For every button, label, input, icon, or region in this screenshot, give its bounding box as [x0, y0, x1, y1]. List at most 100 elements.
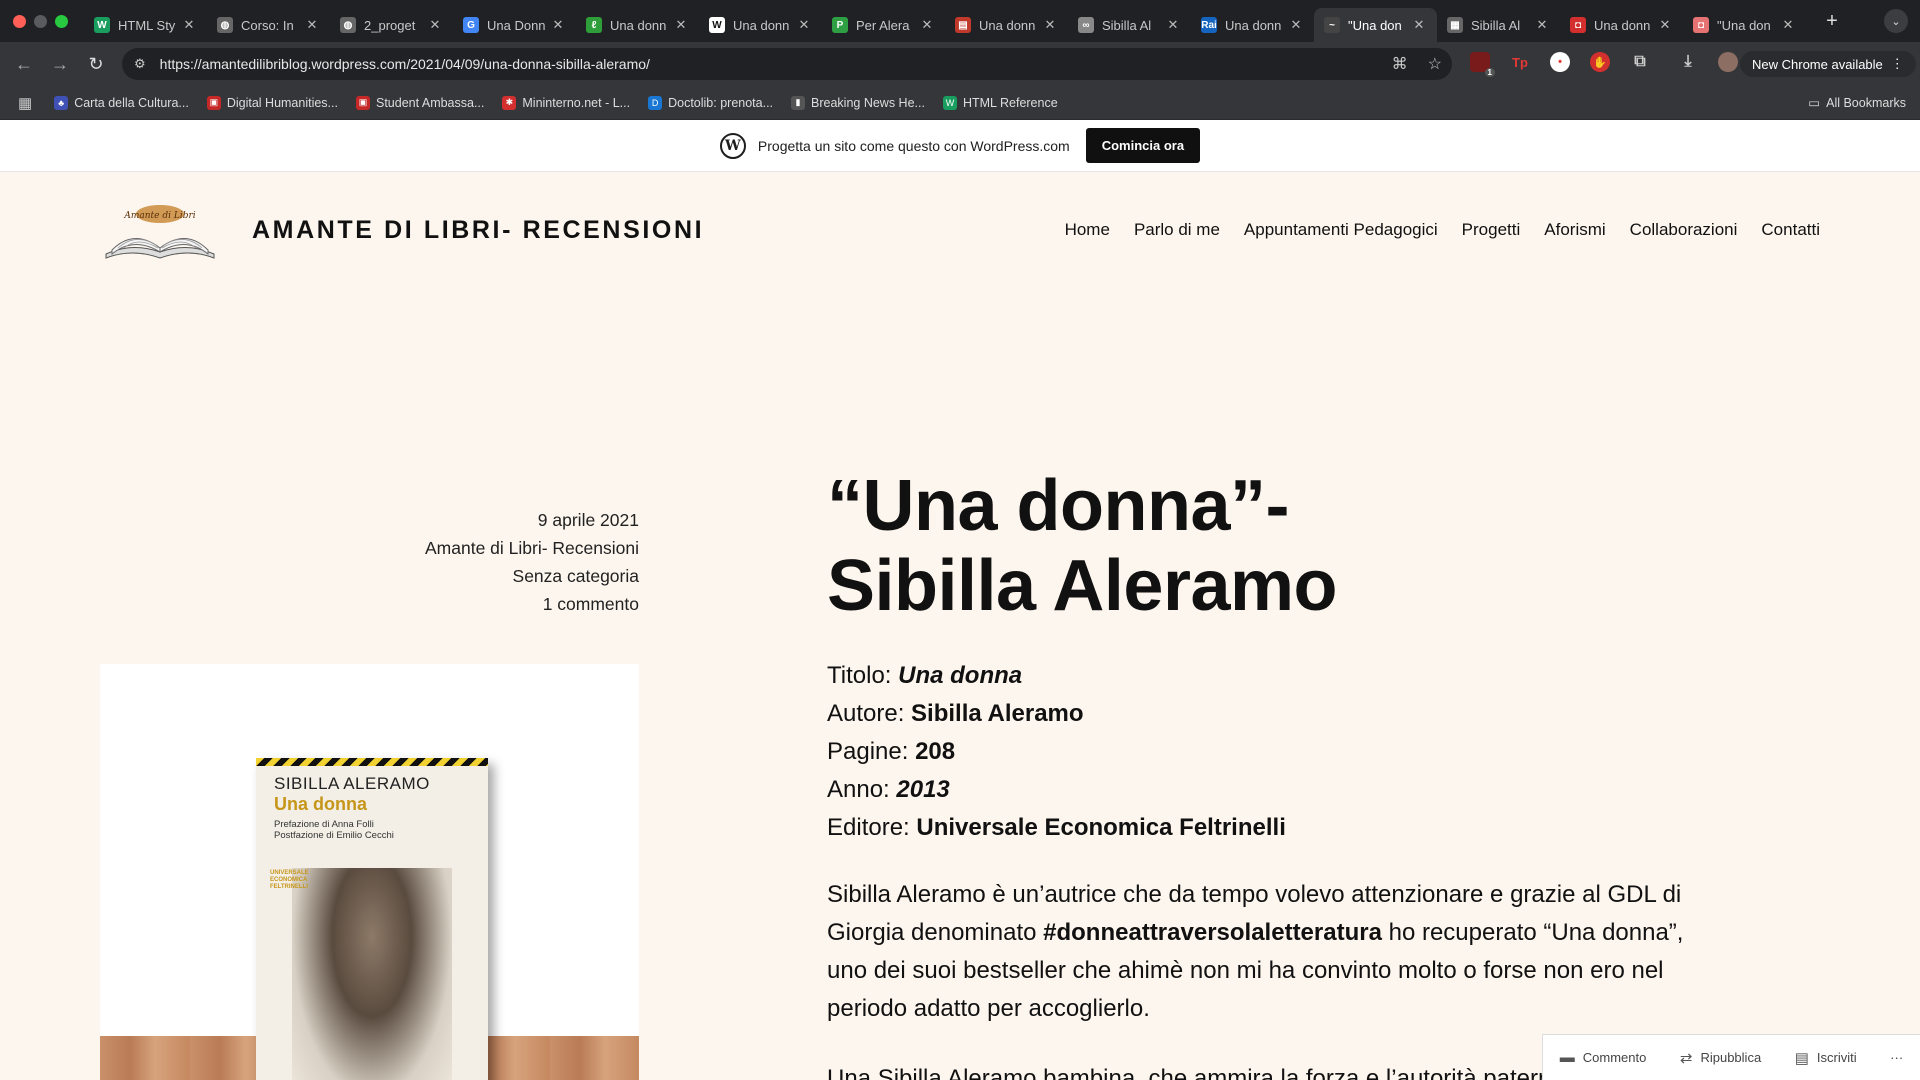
bookmark-favicon-icon: ♣: [54, 95, 69, 110]
fact-pages: Pagine: 208: [827, 738, 956, 765]
pink-square-icon: ◘: [1693, 17, 1709, 33]
site-title[interactable]: AMANTE DI LIBRI- RECENSIONI: [252, 216, 704, 245]
close-window-button[interactable]: [13, 14, 26, 28]
tab-search-icon[interactable]: ⌄: [1884, 9, 1908, 33]
main-navigation: Home Parlo di me Appuntamenti Pedagogici Pr…: [1065, 220, 1820, 240]
browser-tab[interactable]: G Una Donn ✕: [453, 8, 576, 42]
bookmark-item[interactable]: ✱ Mininterno.net - L...: [502, 95, 630, 110]
bookmark-item[interactable]: W HTML Reference: [942, 95, 1058, 110]
close-tab-icon[interactable]: ✕: [427, 17, 443, 33]
bookmark-label: Digital Humanities...: [226, 95, 338, 110]
nav-link-progetti[interactable]: Progetti: [1462, 220, 1521, 240]
url-text: https://amantedilibriblog.wordpress.com/…: [159, 56, 650, 72]
address-bar[interactable]: ⚙ https://amantedilibriblog.wordpress.co…: [122, 48, 1452, 80]
post-category-link[interactable]: Senza categoria: [300, 562, 639, 590]
browser-tab[interactable]: W Una donn ✕: [699, 8, 822, 42]
browser-tab[interactable]: ~ "Una don ✕: [1314, 8, 1437, 42]
bookmark-item[interactable]: ♣ Carta della Cultura...: [54, 95, 189, 110]
close-tab-icon[interactable]: ✕: [673, 17, 689, 33]
translate-icon[interactable]: ⌘: [1392, 54, 1408, 74]
tab-title: "Una don: [1717, 17, 1771, 33]
reload-button[interactable]: ↻: [82, 50, 110, 78]
google-icon: G: [463, 17, 479, 33]
tab-title: Sibilla Al: [1471, 17, 1521, 33]
chrome-update-button[interactable]: New Chrome available ⋮: [1740, 51, 1916, 77]
bookmark-favicon-icon: ✱: [502, 95, 517, 110]
download-icon[interactable]: ⤓: [1678, 52, 1698, 72]
browser-tab[interactable]: P Per Alera ✕: [822, 8, 945, 42]
window-controls: [13, 14, 68, 28]
site-info-icon[interactable]: ⚙: [134, 56, 146, 72]
browser-tab[interactable]: ℓ Una donn ✕: [576, 8, 699, 42]
browser-tab[interactable]: ◍ 2_proget ✕: [330, 8, 453, 42]
nav-link-collaborazioni[interactable]: Collaborazioni: [1630, 220, 1738, 240]
close-tab-icon[interactable]: ✕: [1780, 17, 1796, 33]
close-tab-icon[interactable]: ✕: [181, 17, 197, 33]
subscribe-button[interactable]: ▤ Iscriviti: [1795, 1049, 1857, 1067]
leaf-icon: ℓ: [586, 17, 602, 33]
folder-icon: ▭: [1808, 96, 1821, 110]
close-tab-icon[interactable]: ✕: [304, 17, 320, 33]
close-tab-icon[interactable]: ✕: [1042, 17, 1058, 33]
forward-button[interactable]: →: [46, 50, 74, 78]
close-tab-icon[interactable]: ✕: [919, 17, 935, 33]
bookmark-item[interactable]: ▮ Breaking News He...: [791, 95, 925, 110]
post-title-line-2: Sibilla Aleramo: [827, 546, 1338, 626]
wikipedia-icon: W: [709, 17, 725, 33]
more-actions-button[interactable]: ···: [1890, 1050, 1903, 1065]
site-logo[interactable]: Amante di Libri: [102, 198, 218, 262]
tp-extension-icon[interactable]: Tp: [1510, 52, 1530, 72]
comment-button[interactable]: ▬ Commento: [1560, 1049, 1647, 1066]
close-tab-icon[interactable]: ✕: [1657, 17, 1673, 33]
bookmark-favicon-icon: ▣: [206, 95, 221, 110]
browser-toolbar: ← → ↻ ⚙ https://amantedilibriblog.wordpr…: [0, 42, 1920, 86]
close-tab-icon[interactable]: ✕: [796, 17, 812, 33]
tab-title: Una donn: [1225, 17, 1282, 33]
hashtag-link[interactable]: #donneattraversolaletteratura: [1043, 919, 1382, 946]
apps-grid-icon[interactable]: ▦: [18, 94, 32, 112]
bookmark-star-icon[interactable]: ☆: [1428, 54, 1442, 74]
browser-tab[interactable]: Rai Una donn ✕: [1191, 8, 1314, 42]
bookmark-item[interactable]: ▣ Digital Humanities...: [206, 95, 338, 110]
maximize-window-button[interactable]: [55, 14, 68, 28]
browser-tab[interactable]: ▦ Sibilla Al ✕: [1437, 8, 1560, 42]
bookmark-item[interactable]: D Doctolib: prenota...: [648, 95, 773, 110]
close-tab-icon[interactable]: ✕: [550, 17, 566, 33]
reblog-button[interactable]: ⇄ Ripubblica: [1680, 1049, 1761, 1067]
nav-link-appuntamenti-pedagogici[interactable]: Appuntamenti Pedagogici: [1244, 220, 1438, 240]
browser-tab[interactable]: W HTML Sty ✕: [84, 8, 207, 42]
close-tab-icon[interactable]: ✕: [1534, 17, 1550, 33]
close-tab-icon[interactable]: ✕: [1411, 17, 1427, 33]
all-bookmarks-button[interactable]: ▭ All Bookmarks: [1808, 95, 1906, 111]
bookmark-item[interactable]: ▣ Student Ambassa...: [355, 95, 484, 110]
close-tab-icon[interactable]: ✕: [1165, 17, 1181, 33]
browser-tab[interactable]: ∞ Sibilla Al ✕: [1068, 8, 1191, 42]
back-button[interactable]: ←: [10, 50, 38, 78]
new-tab-button[interactable]: +: [1820, 10, 1844, 33]
rai-icon: Rai: [1201, 17, 1217, 33]
browser-tab[interactable]: ◍ Corso: In ✕: [207, 8, 330, 42]
nav-link-aforismi[interactable]: Aforismi: [1544, 220, 1605, 240]
nav-link-home[interactable]: Home: [1065, 220, 1110, 240]
nav-link-contatti[interactable]: Contatti: [1761, 220, 1820, 240]
browser-tab[interactable]: ◘ Una donn ✕: [1560, 8, 1683, 42]
red-hand-extension-icon[interactable]: ✋: [1590, 52, 1610, 72]
white-circle-extension-icon[interactable]: •: [1550, 52, 1570, 72]
close-tab-icon[interactable]: ✕: [1288, 17, 1304, 33]
post-author-link[interactable]: Amante di Libri- Recensioni: [300, 534, 639, 562]
all-bookmarks-label: All Bookmarks: [1826, 95, 1906, 110]
nav-link-parlo-di-me[interactable]: Parlo di me: [1134, 220, 1220, 240]
browser-tab[interactable]: ◘ "Una don ✕: [1683, 8, 1806, 42]
profile-avatar[interactable]: [1718, 52, 1738, 72]
tab-title: Una donn: [1594, 17, 1651, 33]
post-date-link[interactable]: 9 aprile 2021: [300, 506, 639, 534]
browser-tab[interactable]: ▤ Una donn ✕: [945, 8, 1068, 42]
extension-badge-icon[interactable]: 1: [1470, 52, 1495, 77]
start-now-button[interactable]: Comincia ora: [1085, 128, 1201, 163]
extensions-puzzle-icon[interactable]: ⧉: [1630, 52, 1650, 72]
tab-title: Una Donn: [487, 17, 546, 33]
post-paragraph: Sibilla Aleramo è un’autrice che da temp…: [827, 881, 1684, 1022]
tab-title: Per Alera: [856, 17, 910, 33]
minimize-window-button[interactable]: [34, 14, 47, 28]
post-comments-link[interactable]: 1 commento: [300, 590, 639, 618]
